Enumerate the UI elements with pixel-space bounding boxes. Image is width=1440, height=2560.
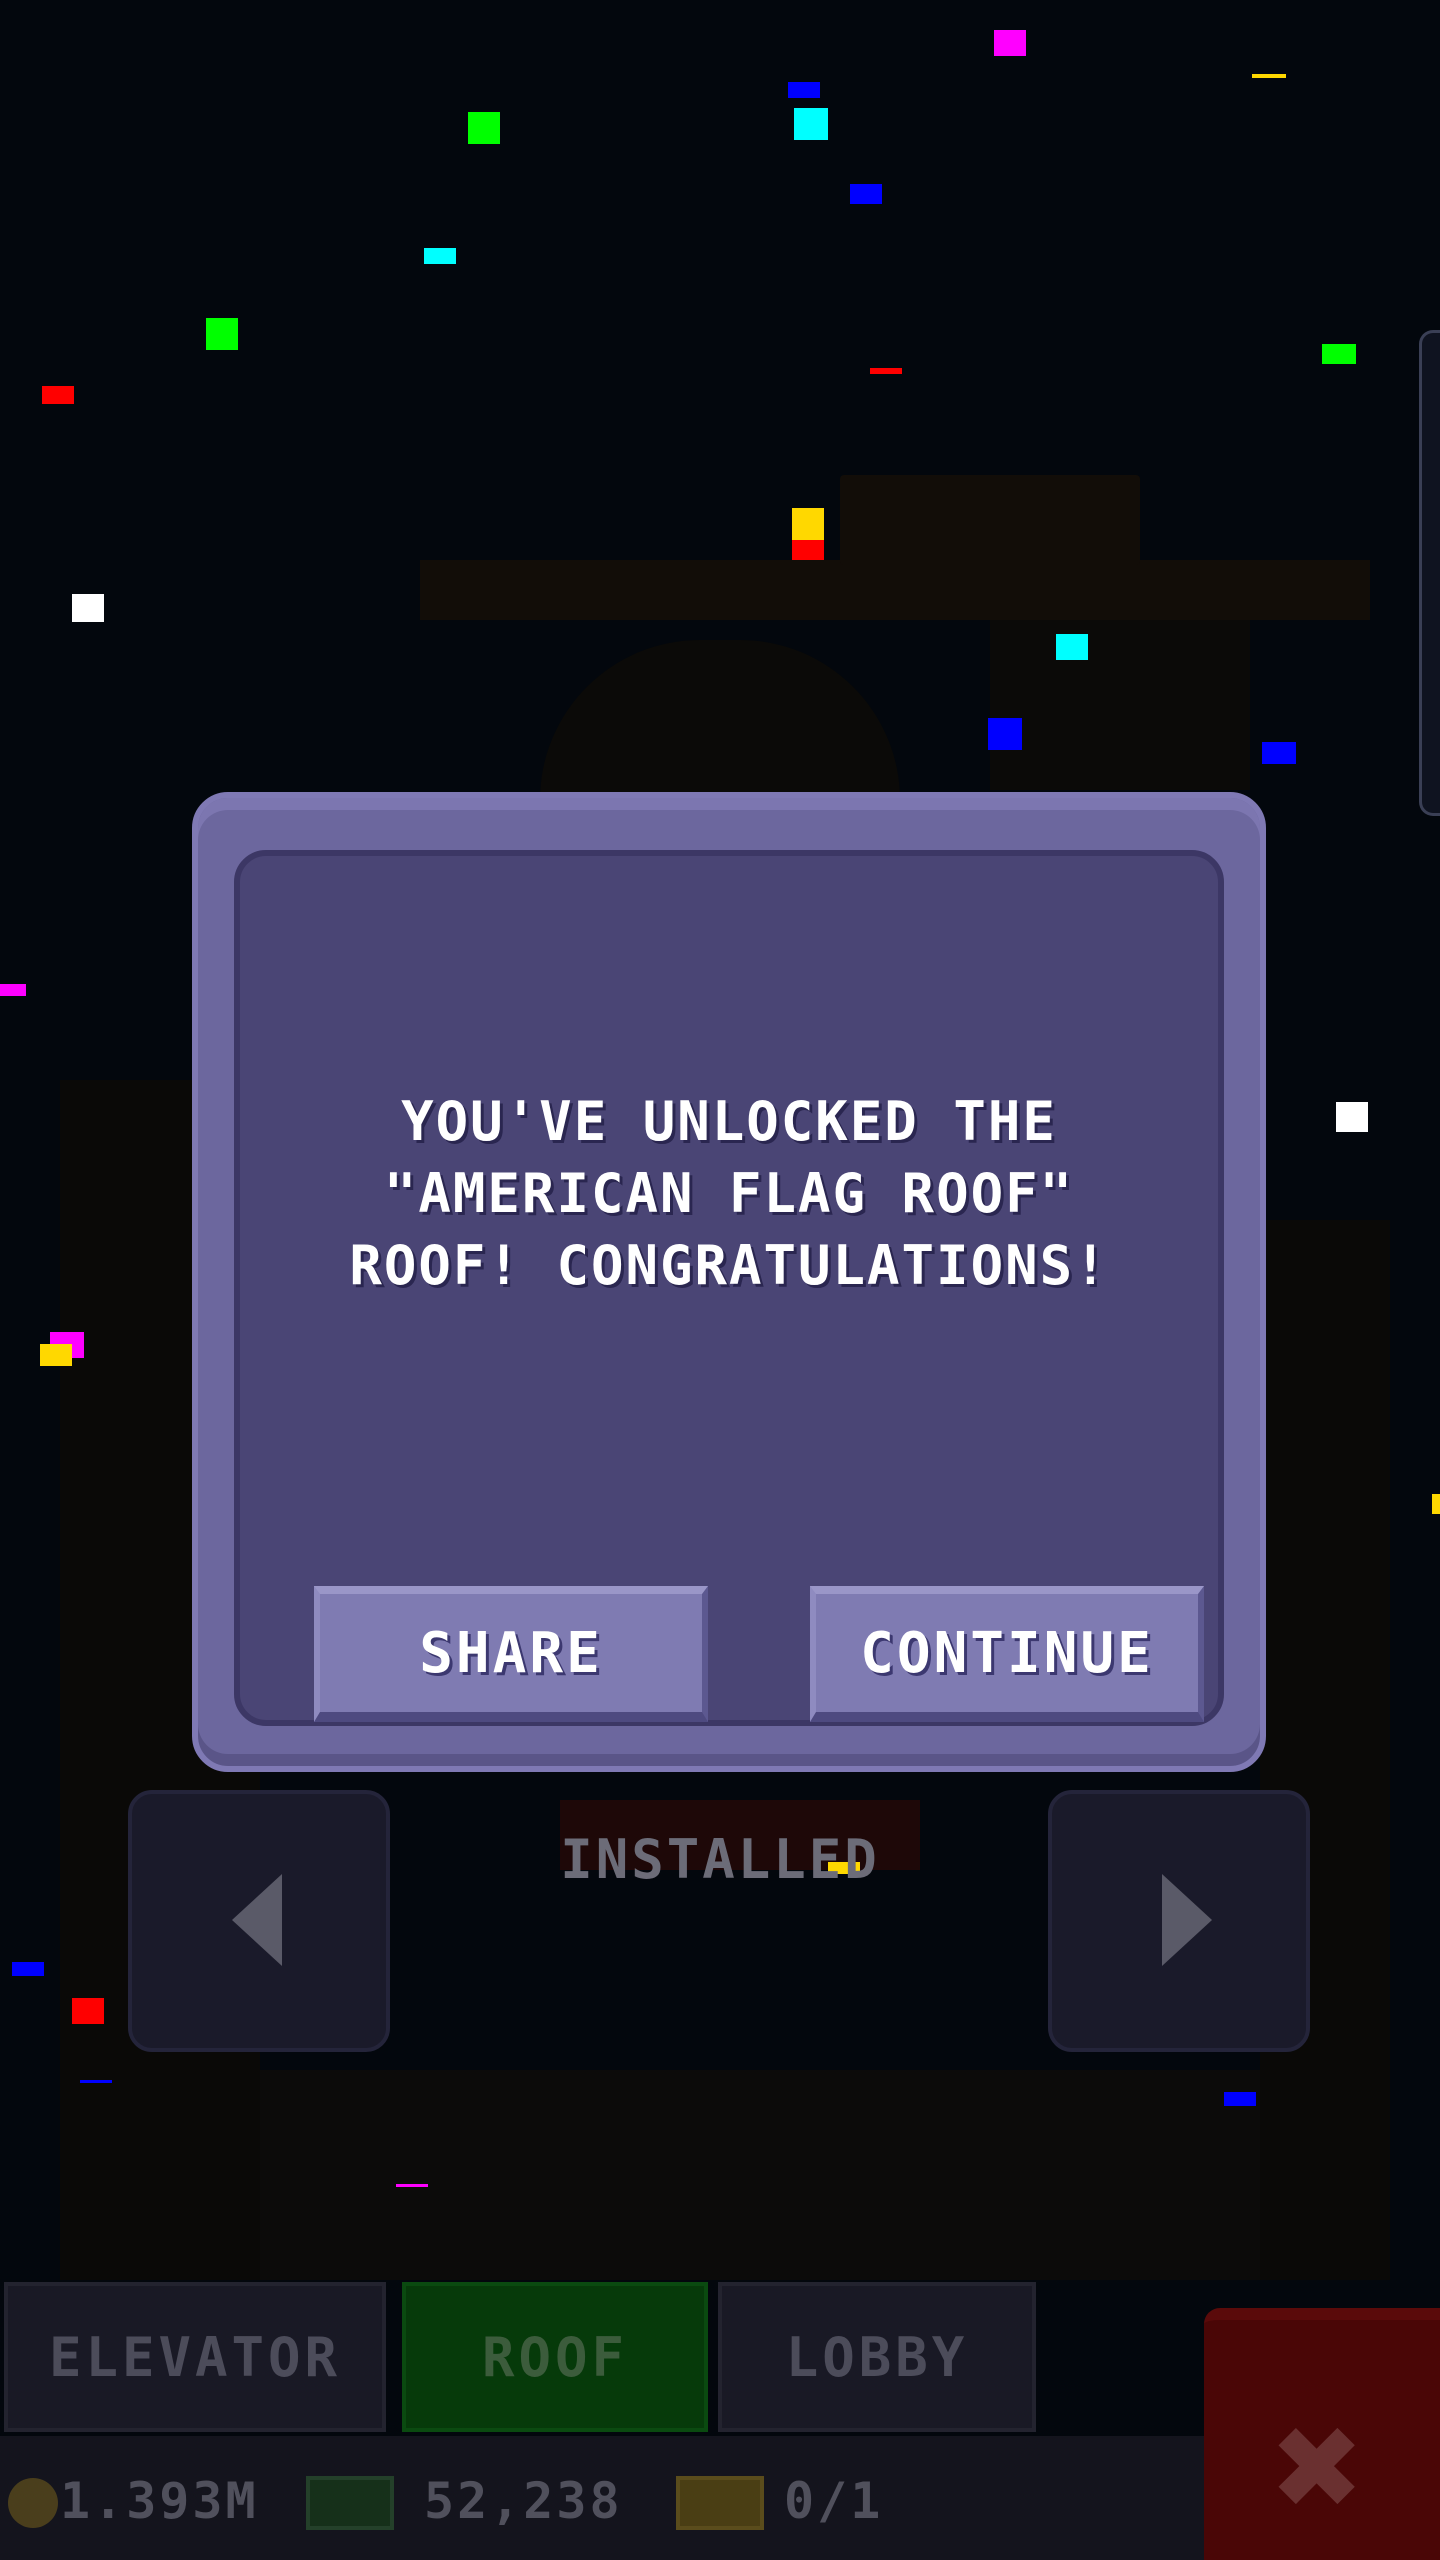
confetti-piece [1322,344,1356,364]
background-roof-peak [840,475,1140,565]
confetti-piece [994,30,1026,56]
confetti-piece [1262,742,1296,764]
confetti-piece [1056,634,1088,660]
tab-elevator[interactable]: ELEVATOR [4,2282,386,2432]
confetti-piece [0,984,26,996]
confetti-piece [794,108,828,140]
confetti-piece [988,718,1022,750]
arrow-left-icon [232,1874,282,1966]
close-icon: ✖ [1273,2380,1365,2554]
confetti-piece [468,112,500,144]
confetti-piece [40,1344,72,1366]
confetti-piece [792,508,824,540]
confetti-piece [1224,2092,1256,2106]
confetti-piece [80,2080,112,2083]
confetti-piece [870,368,902,374]
confetti-piece [396,2184,428,2187]
ticket-icon [676,2476,764,2530]
tab-roof[interactable]: ROOF [402,2282,708,2432]
confetti-piece [788,82,820,98]
confetti-piece [42,386,74,404]
background-lobby [260,2070,1260,2280]
cash-icon [306,2476,394,2530]
game-scene: INSTALLED ELEVATOR ROOF LOBBY ✖ 1.393M 5… [0,0,1440,2560]
next-roof-button[interactable] [1048,1790,1310,2052]
confetti-piece [206,318,238,350]
confetti-piece [1336,1102,1368,1132]
background-facade-right [1260,1220,1390,2280]
dialog-panel: YOU'VE UNLOCKED THE "AMERICAN FLAG ROOF"… [234,850,1224,1726]
coin-icon [8,2478,58,2528]
background-dome [540,640,900,800]
status-bar: 1.393M 52,238 0/1 [0,2436,1204,2560]
confetti-piece [72,1998,104,2024]
confetti-piece [12,1962,44,1976]
unlock-message: YOU'VE UNLOCKED THE "AMERICAN FLAG ROOF"… [349,1090,1109,1297]
tab-lobby[interactable]: LOBBY [718,2282,1036,2432]
share-button[interactable]: SHARE [314,1586,708,1722]
background-tower [990,620,1250,790]
close-button[interactable]: ✖ [1204,2308,1440,2560]
previous-roof-button[interactable] [128,1790,390,2052]
confetti-piece [72,594,104,622]
continue-button[interactable]: CONTINUE [810,1586,1204,1722]
coin-count: 1.393M [60,2472,259,2530]
confetti-piece [850,184,882,204]
cash-count: 52,238 [424,2472,623,2530]
unlock-dialog: YOU'VE UNLOCKED THE "AMERICAN FLAG ROOF"… [192,792,1266,1772]
background-roof [420,560,1370,620]
arrow-right-icon [1162,1874,1212,1966]
ticket-count: 0/1 [784,2472,884,2530]
scroll-handle[interactable] [1419,330,1440,816]
confetti-piece [1252,74,1286,78]
confetti-piece [792,540,824,560]
confetti-piece [1432,1494,1440,1514]
confetti-piece [424,248,456,264]
installed-label: INSTALLED [560,1828,880,1891]
